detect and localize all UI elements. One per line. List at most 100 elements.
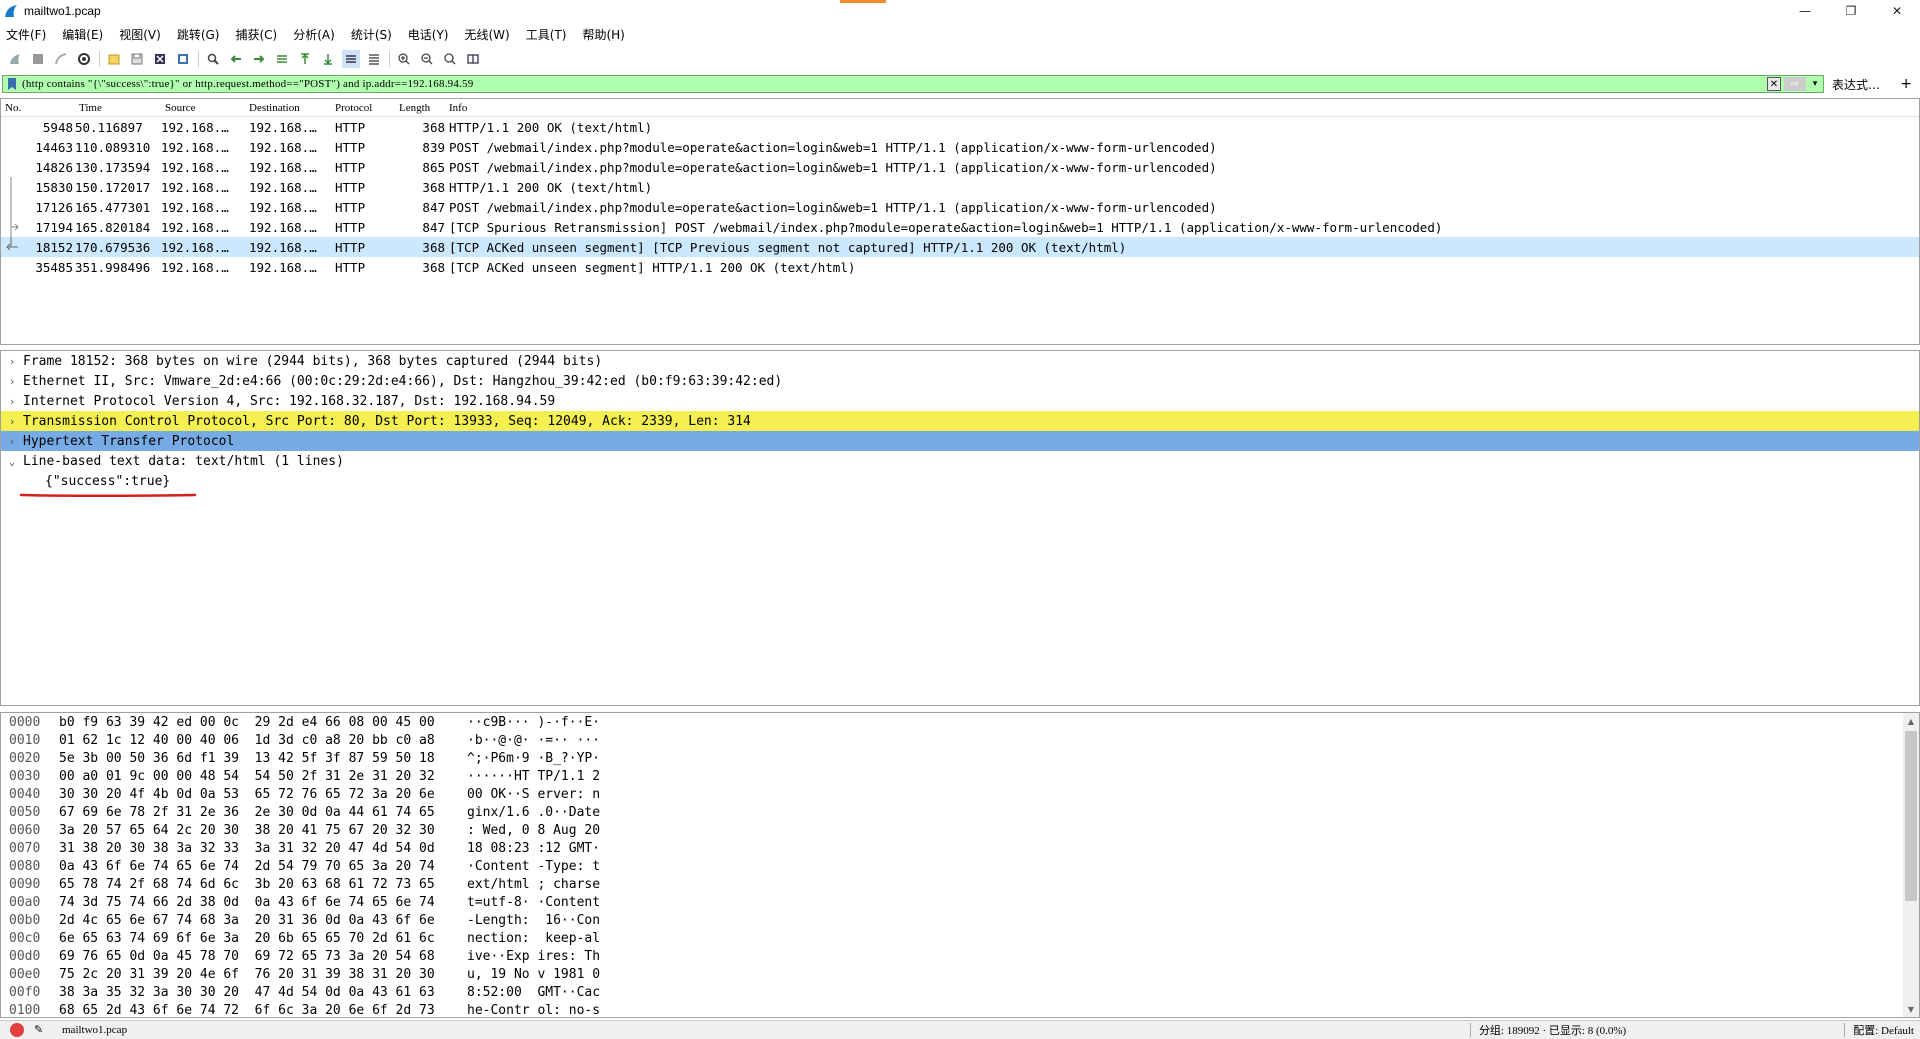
hex-row[interactable]: 0090 65 78 74 2f 68 74 6d 6c 3b 20 63 68 … (1, 875, 1919, 893)
hex-ascii[interactable]: 8:52:00 GMT··Cac (467, 985, 600, 1000)
detail-http[interactable]: › Hypertext Transfer Protocol (1, 431, 1919, 451)
packet-row[interactable]: 35485 351.998496 192.168.… 192.168.… HTT… (1, 257, 1919, 277)
hex-row[interactable]: 00e0 75 2c 20 31 39 20 4e 6f 76 20 31 39 … (1, 965, 1919, 983)
column-header-info[interactable]: Info (449, 102, 1919, 114)
reload-file-icon[interactable] (174, 50, 192, 68)
hex-ascii[interactable]: ext/html ; charse (467, 877, 600, 892)
menu-edit[interactable]: 编辑(E) (62, 26, 103, 43)
menu-analyze[interactable]: 分析(A) (293, 26, 335, 43)
capture-options-icon[interactable] (75, 50, 93, 68)
hex-ascii[interactable]: ginx/1.6 .0··Date (467, 805, 600, 820)
menu-statistics[interactable]: 统计(S) (351, 26, 392, 43)
hex-row[interactable]: 0100 68 65 2d 43 6f 6e 74 72 6f 6c 3a 20 … (1, 1001, 1919, 1018)
packet-row[interactable]: 17194 165.820184 192.168.… 192.168.… HTT… (1, 217, 1919, 237)
menu-help[interactable]: 帮助(H) (582, 26, 624, 43)
filter-history-dropdown-icon[interactable]: ▾ (1809, 77, 1821, 91)
hex-ascii[interactable]: t=utf-8· ·Content (467, 895, 600, 910)
stop-capture-icon[interactable] (29, 50, 47, 68)
packet-row[interactable]: 5948 50.116897 192.168.… 192.168.… HTTP … (1, 117, 1919, 137)
hex-row[interactable]: 0010 01 62 1c 12 40 00 40 06 1d 3d c0 a8 … (1, 731, 1919, 749)
hex-bytes[interactable]: 5e 3b 00 50 36 6d f1 39 13 42 5f 3f 87 5… (51, 751, 467, 766)
menu-telephony[interactable]: 电话(Y) (408, 26, 449, 43)
hex-ascii[interactable]: ^;·P6m·9 ·B_?·YP· (467, 751, 600, 766)
expand-arrow-icon[interactable]: › (1, 375, 23, 388)
autoscroll-icon[interactable] (342, 50, 360, 68)
expand-arrow-icon[interactable]: › (1, 355, 23, 368)
hex-ascii[interactable]: 18 08:23 :12 GMT· (467, 841, 600, 856)
column-header-source[interactable]: Source (161, 102, 249, 114)
hex-row[interactable]: 00a0 74 3d 75 74 66 2d 38 0d 0a 43 6f 6e … (1, 893, 1919, 911)
packet-row[interactable]: 17126 165.477301 192.168.… 192.168.… HTT… (1, 197, 1919, 217)
menu-wireless[interactable]: 无线(W) (465, 26, 510, 43)
column-header-no[interactable]: No. (1, 102, 75, 114)
expert-info-indicator-icon[interactable] (10, 1023, 24, 1037)
detail-json-line[interactable]: {"success":true} (1, 471, 1919, 491)
menu-tools[interactable]: 工具(T) (526, 26, 567, 43)
expand-arrow-icon[interactable]: › (1, 395, 23, 408)
hex-row[interactable]: 0000 b0 f9 63 39 42 ed 00 0c 29 2d e4 66 … (1, 713, 1919, 731)
apply-filter-icon[interactable]: ⇨ (1784, 77, 1806, 91)
add-filter-button[interactable]: + (1900, 76, 1912, 92)
column-header-time[interactable]: Time (75, 102, 161, 114)
clear-filter-icon[interactable]: ✕ (1767, 77, 1781, 91)
close-button[interactable]: ✕ (1874, 0, 1920, 22)
resize-columns-icon[interactable] (464, 50, 482, 68)
zoom-out-icon[interactable] (418, 50, 436, 68)
hex-ascii[interactable]: ive··Exp ires: Th (467, 949, 600, 964)
normal-size-icon[interactable] (441, 50, 459, 68)
close-file-icon[interactable] (151, 50, 169, 68)
expression-button[interactable]: 表达式… (1832, 76, 1880, 93)
hex-row[interactable]: 0020 5e 3b 00 50 36 6d f1 39 13 42 5f 3f … (1, 749, 1919, 767)
colorize-icon[interactable] (365, 50, 383, 68)
hex-ascii[interactable]: he-Contr ol: no-s (467, 1003, 600, 1018)
go-forward-icon[interactable] (250, 50, 268, 68)
hex-row[interactable]: 0040 30 30 20 4f 4b 0d 0a 53 65 72 76 65 … (1, 785, 1919, 803)
capture-comment-icon[interactable]: ✎ (34, 1023, 48, 1037)
hex-bytes[interactable]: 69 76 65 0d 0a 45 78 70 69 72 65 73 3a 2… (51, 949, 467, 964)
menu-view[interactable]: 视图(V) (119, 26, 161, 43)
status-profile[interactable]: 配置: Default (1853, 1022, 1914, 1038)
hex-row[interactable]: 0080 0a 43 6f 6e 74 65 6e 74 2d 54 79 70 … (1, 857, 1919, 875)
hex-bytes[interactable]: 0a 43 6f 6e 74 65 6e 74 2d 54 79 70 65 3… (51, 859, 467, 874)
hex-ascii[interactable]: ··c9B··· )-·f··E· (467, 715, 600, 730)
open-file-icon[interactable] (105, 50, 123, 68)
hex-ascii[interactable]: u, 19 No v 1981 0 (467, 967, 600, 982)
minimize-button[interactable]: — (1782, 0, 1828, 22)
expand-arrow-icon[interactable]: › (1, 435, 23, 448)
hex-ascii[interactable]: ······HT TP/1.1 2 (467, 769, 600, 784)
hex-row[interactable]: 00f0 38 3a 35 32 3a 30 30 20 47 4d 54 0d … (1, 983, 1919, 1001)
start-capture-icon[interactable] (6, 50, 24, 68)
collapse-arrow-icon[interactable]: ⌄ (1, 455, 23, 468)
hex-ascii[interactable]: : Wed, 0 8 Aug 20 (467, 823, 600, 838)
find-packet-icon[interactable] (204, 50, 222, 68)
hex-row[interactable]: 00c0 6e 65 63 74 69 6f 6e 3a 20 6b 65 65 … (1, 929, 1919, 947)
last-packet-icon[interactable] (319, 50, 337, 68)
packet-row-selected[interactable]: 18152 170.679536 192.168.… 192.168.… HTT… (1, 237, 1919, 257)
column-header-protocol[interactable]: Protocol (335, 102, 399, 114)
menu-capture[interactable]: 捕获(C) (235, 26, 277, 43)
hex-bytes[interactable]: 31 38 20 30 38 3a 32 33 3a 31 32 20 47 4… (51, 841, 467, 856)
column-header-length[interactable]: Length (399, 102, 449, 114)
go-back-icon[interactable] (227, 50, 245, 68)
save-file-icon[interactable] (128, 50, 146, 68)
hex-bytes[interactable]: 74 3d 75 74 66 2d 38 0d 0a 43 6f 6e 74 6… (51, 895, 467, 910)
restore-button[interactable]: ❐ (1828, 0, 1874, 22)
hex-row[interactable]: 0070 31 38 20 30 38 3a 32 33 3a 31 32 20 … (1, 839, 1919, 857)
hex-bytes[interactable]: 01 62 1c 12 40 00 40 06 1d 3d c0 a8 20 b… (51, 733, 467, 748)
hex-row[interactable]: 0060 3a 20 57 65 64 2c 20 30 38 20 41 75 … (1, 821, 1919, 839)
zoom-in-icon[interactable] (395, 50, 413, 68)
detail-tcp[interactable]: › Transmission Control Protocol, Src Por… (1, 411, 1919, 431)
scroll-up-icon[interactable]: ▲ (1903, 713, 1919, 729)
hex-bytes[interactable]: 2d 4c 65 6e 67 74 68 3a 20 31 36 0d 0a 4… (51, 913, 467, 928)
display-filter-input[interactable]: (http contains "{\"success\":true}" or h… (2, 75, 1824, 93)
packet-row[interactable]: 14463 110.089310 192.168.… 192.168.… HTT… (1, 137, 1919, 157)
detail-line-based-text[interactable]: ⌄ Line-based text data: text/html (1 lin… (1, 451, 1919, 471)
hex-bytes[interactable]: 75 2c 20 31 39 20 4e 6f 76 20 31 39 38 3… (51, 967, 467, 982)
first-packet-icon[interactable] (296, 50, 314, 68)
bookmark-icon[interactable] (6, 77, 18, 91)
hex-bytes[interactable]: 68 65 2d 43 6f 6e 74 72 6f 6c 3a 20 6e 6… (51, 1003, 467, 1018)
hex-bytes[interactable]: 6e 65 63 74 69 6f 6e 3a 20 6b 65 65 70 2… (51, 931, 467, 946)
scroll-thumb[interactable] (1905, 731, 1917, 901)
hex-bytes[interactable]: b0 f9 63 39 42 ed 00 0c 29 2d e4 66 08 0… (51, 715, 467, 730)
menu-file[interactable]: 文件(F) (6, 26, 46, 43)
